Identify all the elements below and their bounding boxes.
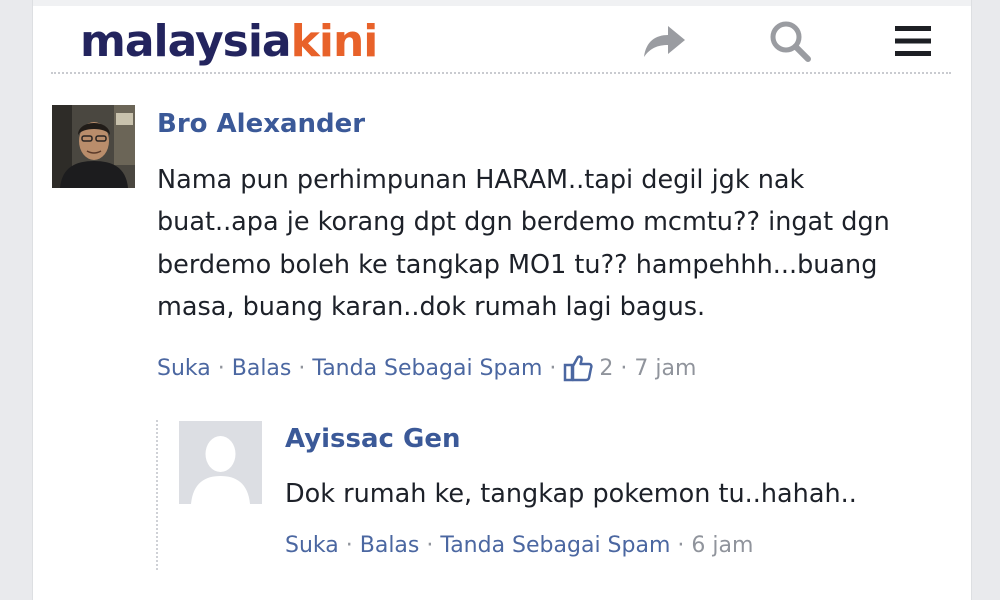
- reply-like-link[interactable]: Suka: [285, 533, 339, 558]
- reply-text: Dok rumah ke, tangkap pokemon tu..hahah.…: [285, 479, 857, 509]
- reply-avatar[interactable]: [179, 421, 262, 504]
- reply-reply-link[interactable]: Balas: [360, 533, 420, 558]
- reply-timestamp[interactable]: 6 jam: [691, 533, 753, 558]
- separator-dot: ·: [345, 533, 353, 558]
- reply-actions: Suka · Balas · Tanda Sebagai Spam · 6 ja…: [285, 533, 753, 558]
- reply-mark-spam-link[interactable]: Tanda Sebagai Spam: [440, 533, 670, 558]
- separator-dot: ·: [426, 533, 434, 558]
- reply-comment: Ayissac Gen Dok rumah ke, tangkap pokemo…: [33, 0, 971, 600]
- separator-dot: ·: [677, 533, 685, 558]
- page-frame: malaysiakini Bro Alexander Nama pun perh…: [32, 0, 972, 600]
- reply-author[interactable]: Ayissac Gen: [285, 424, 461, 454]
